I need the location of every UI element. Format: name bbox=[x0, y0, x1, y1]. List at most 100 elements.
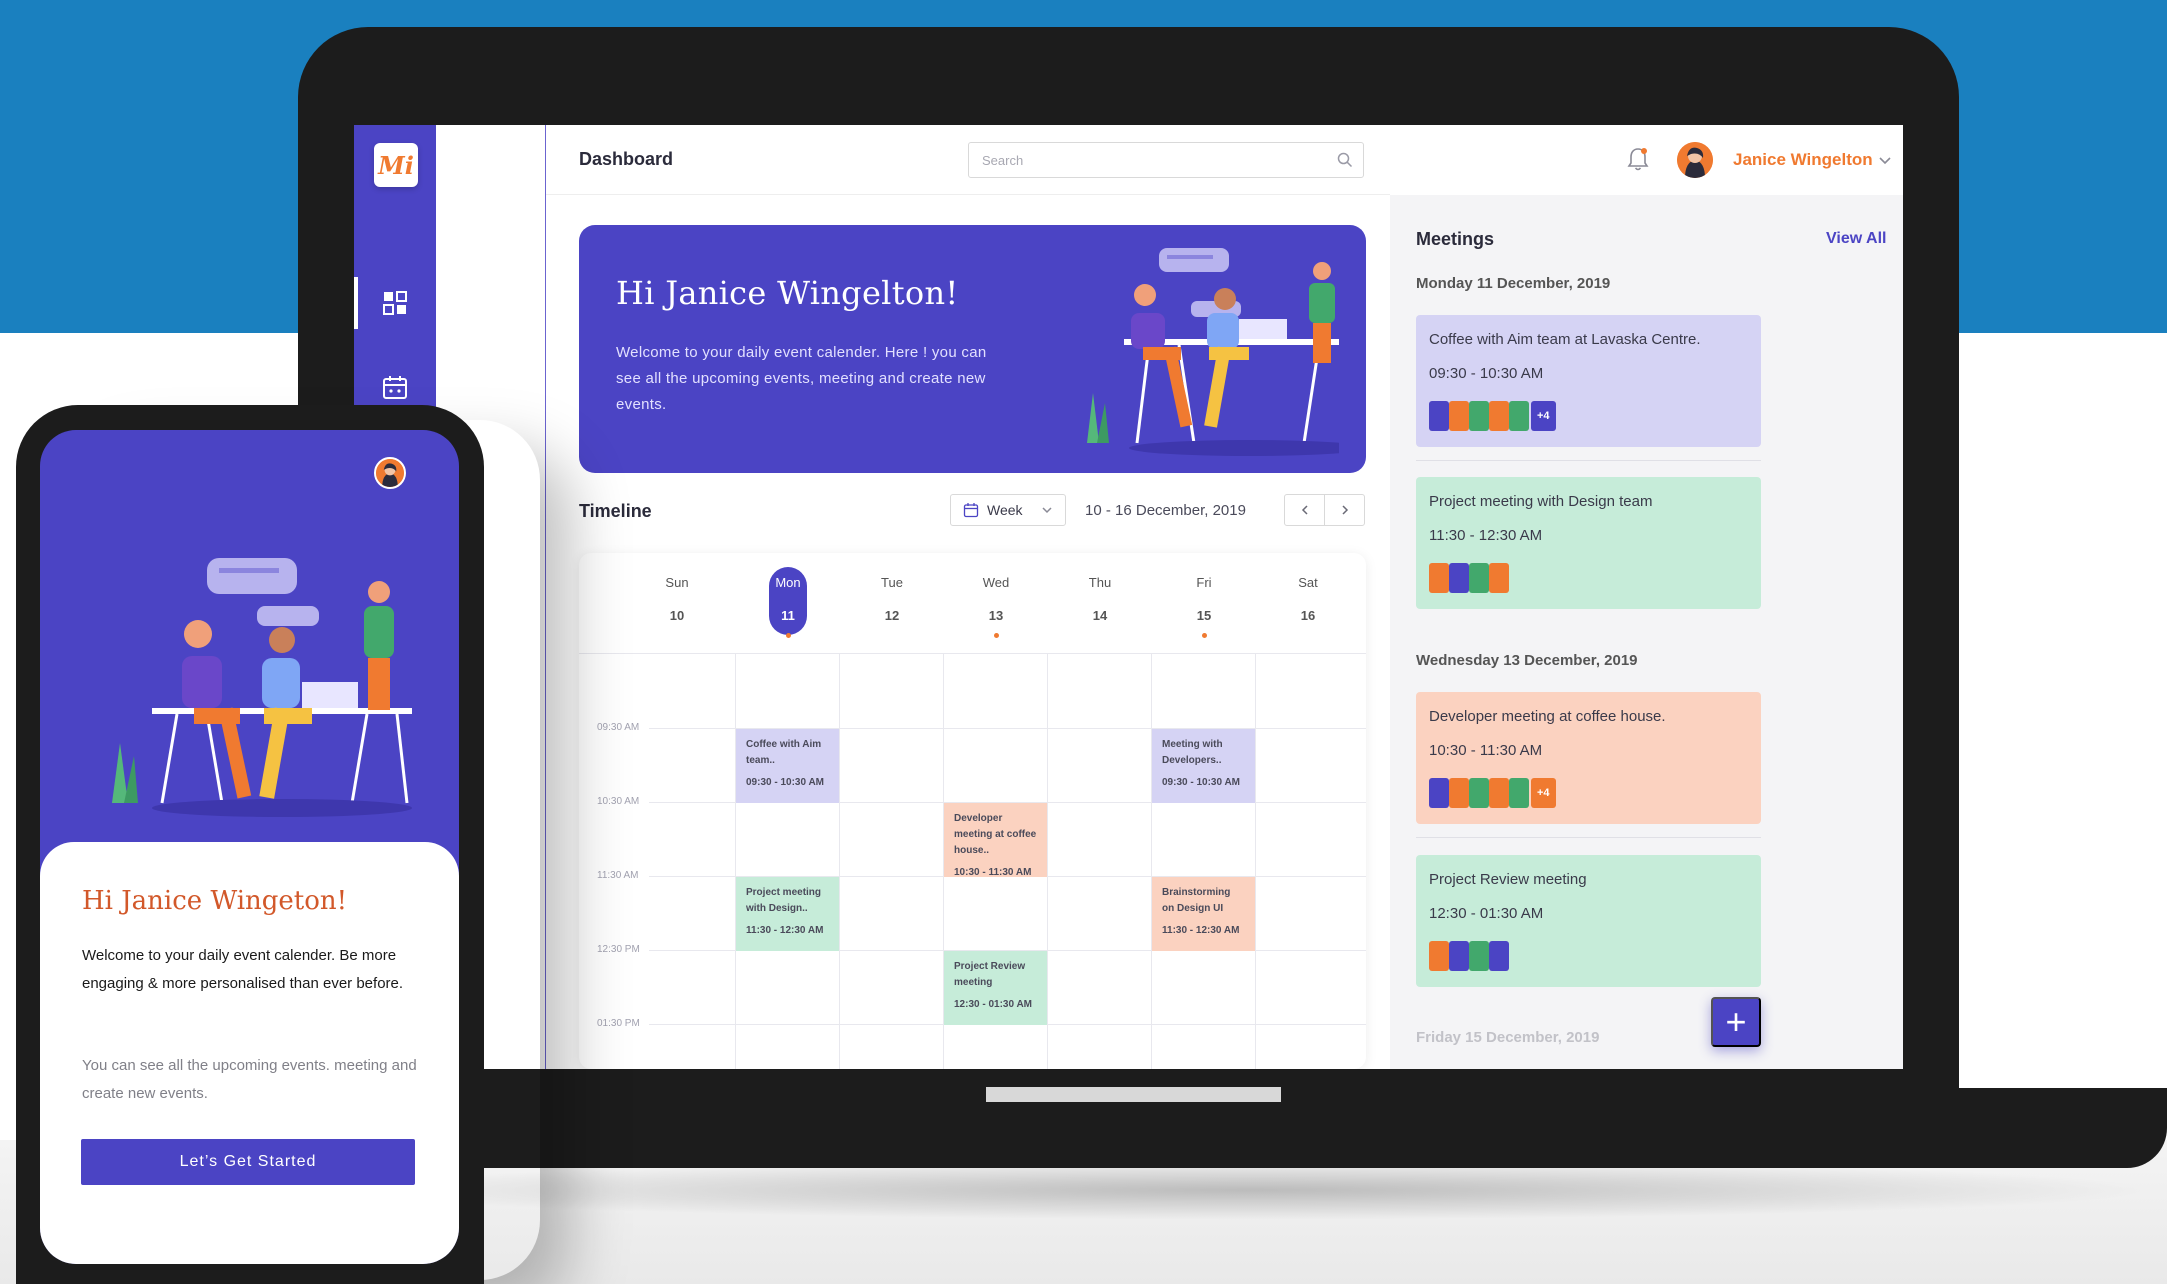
meeting-date-heading: Monday 11 December, 2019 bbox=[1416, 275, 1611, 292]
day-name: Sat bbox=[1298, 575, 1318, 590]
grid-column-line bbox=[1255, 654, 1256, 1069]
day-header[interactable]: Fri 15 bbox=[1152, 553, 1256, 653]
divider bbox=[1416, 837, 1761, 838]
meeting-card[interactable]: Developer meeting at coffee house. 10:30… bbox=[1416, 692, 1761, 824]
day-header-selected[interactable]: Mon 11 bbox=[736, 553, 840, 653]
chevron-left-icon bbox=[1301, 505, 1308, 515]
view-select[interactable]: Week bbox=[950, 494, 1066, 526]
event-time: 09:30 - 10:30 AM bbox=[1162, 777, 1240, 788]
event-time: 12:30 - 01:30 AM bbox=[954, 999, 1032, 1010]
user-name[interactable]: Janice Wingelton bbox=[1733, 150, 1873, 170]
meeting-illustration bbox=[112, 558, 412, 817]
time-grid: 09:30 AM 10:30 AM 11:30 AM 12:30 PM 01:3… bbox=[579, 653, 1366, 1069]
search-input[interactable] bbox=[969, 143, 1309, 177]
previous-week-button[interactable] bbox=[1284, 494, 1325, 526]
attendee-avatar bbox=[1449, 401, 1469, 431]
attendee-avatar bbox=[1509, 778, 1529, 808]
welcome-banner: Hi Janice Wingelton! Welcome to your dai… bbox=[579, 225, 1366, 473]
grid-column-line bbox=[1151, 654, 1152, 1069]
more-attendees-badge[interactable]: +4 bbox=[1531, 401, 1556, 431]
meeting-card[interactable]: Coffee with Aim team at Lavaska Centre. … bbox=[1416, 315, 1761, 447]
calendar-event[interactable]: Coffee with Aim team.. 09:30 - 10:30 AM bbox=[736, 729, 839, 803]
grid-column-line bbox=[839, 654, 840, 1069]
day-header[interactable]: Thu 14 bbox=[1048, 553, 1152, 653]
event-time: 11:30 - 12:30 AM bbox=[1162, 925, 1240, 936]
sidebar-item-dashboard[interactable] bbox=[354, 273, 436, 333]
attendee-avatars bbox=[1429, 563, 1509, 593]
laptop-shadow bbox=[340, 1160, 2160, 1220]
day-number: 15 bbox=[1196, 608, 1212, 623]
day-number: 13 bbox=[988, 608, 1004, 623]
meeting-title: Project Review meeting bbox=[1429, 871, 1587, 888]
attendee-avatar bbox=[1469, 401, 1489, 431]
day-number: 12 bbox=[884, 608, 900, 623]
calendar-event[interactable]: Developer meeting at coffee house.. 10:3… bbox=[944, 803, 1047, 878]
calendar-icon bbox=[383, 376, 407, 399]
event-title: Project meeting with Design.. bbox=[746, 887, 822, 914]
meeting-title: Coffee with Aim team at Lavaska Centre. bbox=[1429, 331, 1701, 348]
view-all-link[interactable]: View All bbox=[1826, 230, 1886, 248]
add-event-button[interactable]: + bbox=[1711, 997, 1761, 1047]
meeting-card[interactable]: Project Review meeting 12:30 - 01:30 AM bbox=[1416, 855, 1761, 987]
day-name: Sun bbox=[665, 575, 689, 590]
day-number: 14 bbox=[1092, 608, 1108, 623]
attendee-avatar bbox=[1449, 778, 1469, 808]
meeting-time: 12:30 - 01:30 AM bbox=[1429, 905, 1544, 922]
laptop-hinge bbox=[986, 1087, 1281, 1102]
get-started-button[interactable]: Let’s Get Started bbox=[81, 1139, 415, 1185]
calendar-event[interactable]: Project Review meeting 12:30 - 01:30 AM bbox=[944, 951, 1047, 1025]
next-week-button[interactable] bbox=[1324, 494, 1365, 526]
meeting-illustration bbox=[1087, 248, 1339, 456]
time-label: 11:30 AM bbox=[597, 870, 639, 881]
day-header[interactable]: Wed 13 bbox=[944, 553, 1048, 653]
attendee-avatar bbox=[1429, 563, 1449, 593]
day-number: 16 bbox=[1300, 608, 1316, 623]
date-range: 10 - 16 December, 2019 bbox=[1085, 502, 1246, 519]
attendee-avatars bbox=[1429, 941, 1509, 971]
meeting-card[interactable]: Project meeting with Design team 11:30 -… bbox=[1416, 477, 1761, 609]
chevron-right-icon bbox=[1341, 505, 1348, 515]
search-box[interactable] bbox=[968, 142, 1364, 178]
chevron-down-icon[interactable] bbox=[1878, 153, 1892, 167]
welcome-card: Hi Janice Wingeton! Welcome to your dail… bbox=[40, 842, 459, 1264]
chevron-down-icon bbox=[1042, 507, 1052, 514]
attendee-avatar bbox=[1469, 563, 1489, 593]
app-logo[interactable]: Mi bbox=[374, 143, 418, 187]
mobile-sub-text: You can see all the upcoming events. mee… bbox=[82, 1057, 417, 1102]
phone-screen: Hi Janice Wingeton! Welcome to your dail… bbox=[40, 430, 459, 1264]
user-avatar[interactable] bbox=[1677, 142, 1713, 178]
welcome-message: Welcome to your daily event calender. He… bbox=[616, 344, 987, 413]
event-title: Developer meeting at coffee house.. bbox=[954, 813, 1037, 856]
meetings-title: Meetings bbox=[1416, 229, 1495, 249]
day-header[interactable]: Sun 10 bbox=[625, 553, 729, 653]
day-number: 10 bbox=[669, 608, 685, 623]
meetings-panel: Janice Wingelton Meetings View All Monda… bbox=[1390, 125, 1903, 1069]
notification-bell-icon[interactable] bbox=[1626, 146, 1650, 172]
search-icon[interactable] bbox=[1337, 152, 1353, 168]
more-attendees-badge[interactable]: +4 bbox=[1531, 778, 1556, 808]
time-label: 12:30 PM bbox=[597, 944, 640, 955]
timeline-title: Timeline bbox=[579, 501, 652, 521]
attendee-avatar bbox=[1429, 401, 1449, 431]
page-title: Dashboard bbox=[579, 149, 674, 169]
day-name: Thu bbox=[1088, 575, 1112, 590]
attendee-avatar bbox=[1429, 941, 1449, 971]
meeting-time: 09:30 - 10:30 AM bbox=[1429, 365, 1544, 382]
calendar-event[interactable]: Project meeting with Design.. 11:30 - 12… bbox=[736, 877, 839, 951]
time-label: 01:30 PM bbox=[597, 1018, 640, 1029]
event-indicator-dot bbox=[786, 633, 791, 638]
calendar-event[interactable]: Meeting with Developers.. 09:30 - 10:30 … bbox=[1152, 729, 1255, 803]
grid-column-line bbox=[1047, 654, 1048, 1069]
meeting-time: 10:30 - 11:30 AM bbox=[1429, 742, 1543, 759]
user-avatar[interactable] bbox=[374, 457, 406, 489]
day-name: Fri bbox=[1196, 575, 1212, 590]
day-header[interactable]: Sat 16 bbox=[1256, 553, 1360, 653]
attendee-avatar bbox=[1489, 563, 1509, 593]
meeting-title: Developer meeting at coffee house. bbox=[1429, 708, 1666, 725]
calendar-event[interactable]: Brainstorming on Design UI 11:30 - 12:30… bbox=[1152, 877, 1255, 951]
day-name: Wed bbox=[982, 575, 1010, 590]
attendee-avatar bbox=[1489, 778, 1509, 808]
time-label: 10:30 AM bbox=[597, 796, 640, 807]
day-header[interactable]: Tue 12 bbox=[840, 553, 944, 653]
grid-column-line bbox=[735, 654, 736, 1069]
